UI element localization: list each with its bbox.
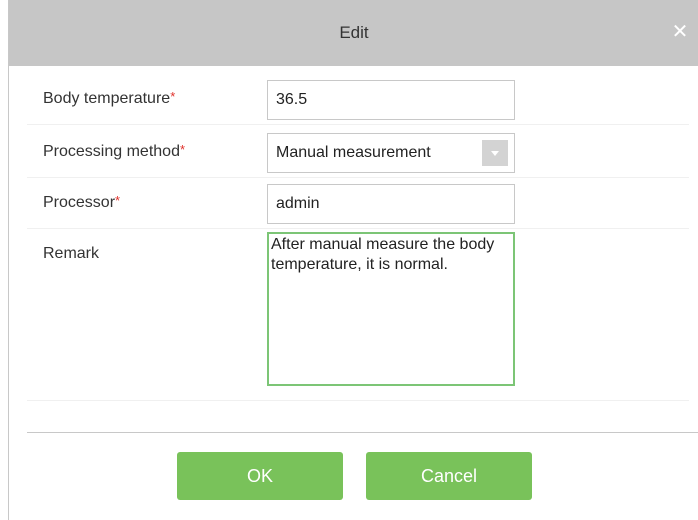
chevron-down-icon[interactable] [482,140,508,166]
processing-method-select[interactable]: Manual measurement [267,133,515,173]
dialog-titlebar: Edit ✕ [9,0,698,66]
processing-method-value: Manual measurement [276,144,431,161]
body-temperature-label-text: Body temperature [43,90,171,107]
body-temperature-input[interactable]: 36.5 [267,80,515,120]
edit-dialog: Edit ✕ Body temperature* 36.5 Processing… [8,0,698,520]
footer-divider [27,432,698,433]
remark-label: Remark [43,245,100,262]
body-temperature-label: Body temperature* [43,89,176,108]
cancel-button[interactable]: Cancel [366,452,532,500]
processing-method-label: Processing method* [43,142,186,161]
close-icon[interactable]: ✕ [669,21,691,43]
processor-label: Processor* [43,193,121,212]
processing-method-label-text: Processing method [43,143,180,160]
form-row-body-temperature: Body temperature* 36.5 [27,80,689,125]
dialog-title: Edit [339,23,369,42]
edit-form: Body temperature* 36.5 Processing method… [27,80,689,405]
form-row-remark: Remark After manual measure the body tem… [27,230,689,401]
form-row-processor: Processor* admin [27,184,689,229]
form-row-processing-method: Processing method* Manual measurement [27,133,689,178]
processor-label-text: Processor [43,194,116,211]
required-mark: * [115,193,121,208]
required-mark: * [170,89,176,104]
required-mark: * [179,142,186,157]
ok-button[interactable]: OK [177,452,343,500]
remark-textarea[interactable]: After manual measure the body temperatur… [267,232,515,386]
processor-input[interactable]: admin [267,184,515,224]
